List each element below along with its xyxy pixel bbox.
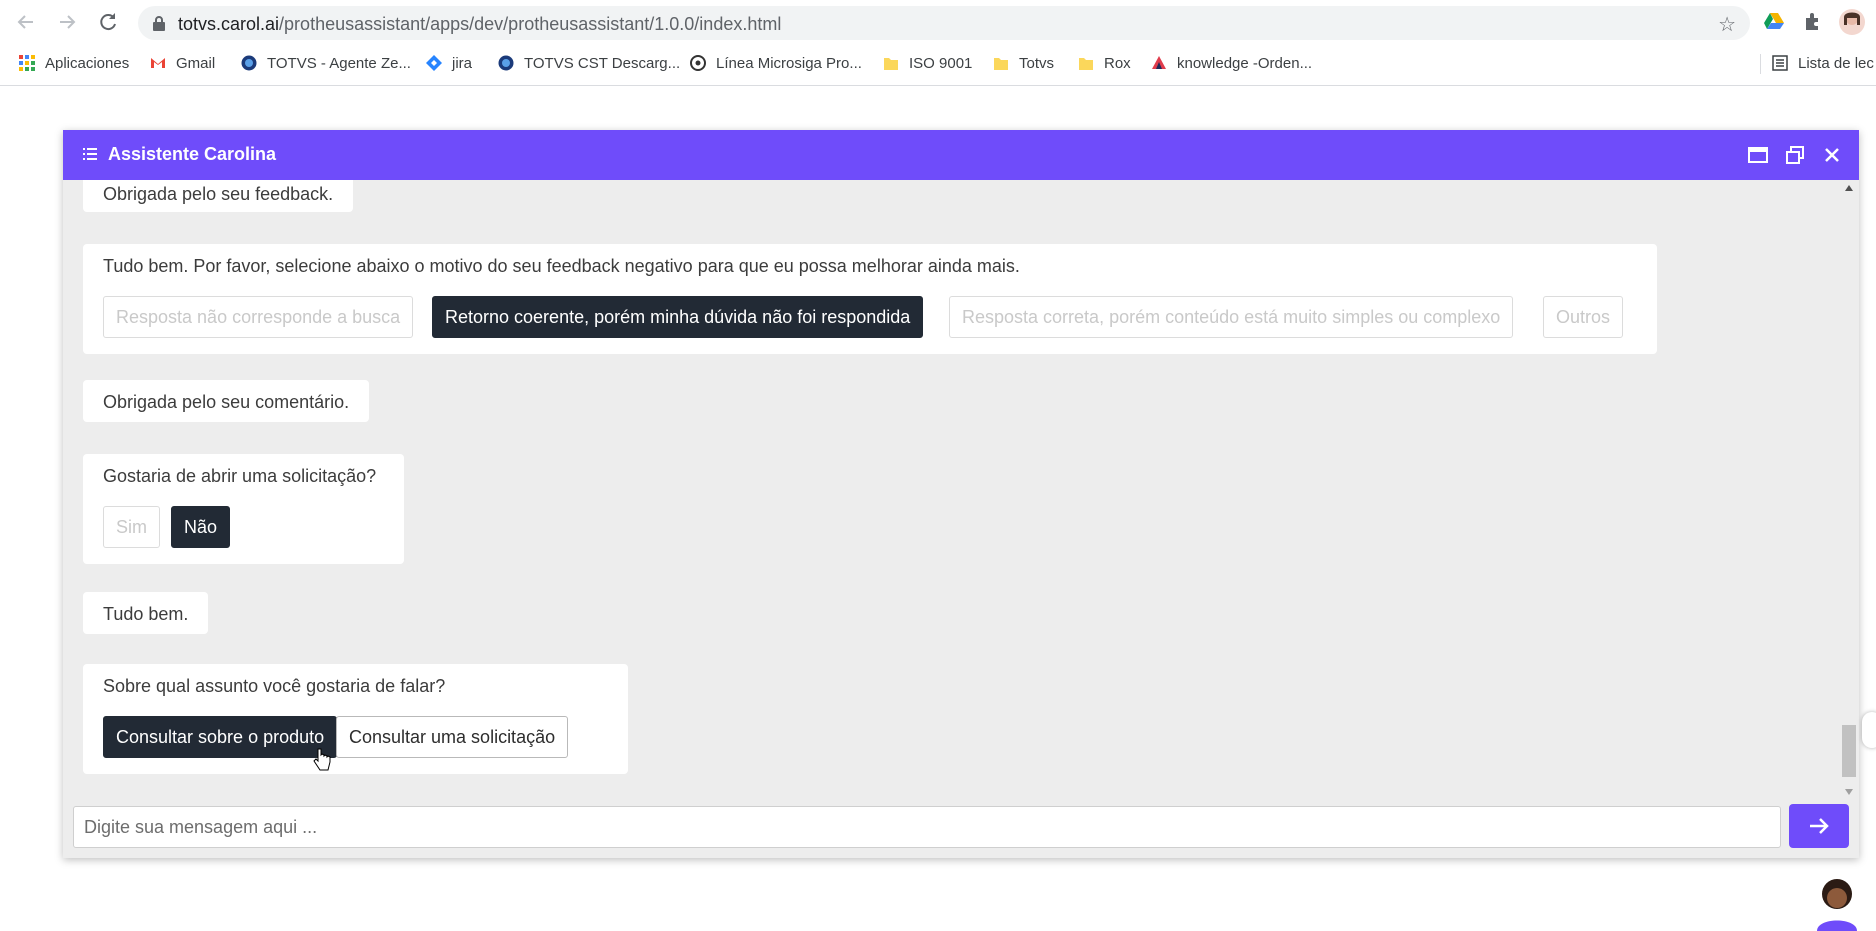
chat-window: Assistente Carolina Obrigada pelo seu fe… [63, 130, 1859, 858]
hand-cursor-icon [313, 748, 331, 771]
apps-grid-icon [19, 55, 35, 71]
chat-scrollbar[interactable] [1839, 180, 1859, 800]
bookmark-label: ISO 9001 [909, 54, 973, 72]
chat-header: Assistente Carolina [63, 130, 1859, 180]
globe-icon [498, 55, 514, 71]
back-arrow-icon[interactable] [14, 10, 38, 34]
scroll-up-arrow-icon[interactable] [1844, 184, 1854, 192]
close-icon[interactable] [1821, 144, 1843, 166]
topic-option-product[interactable]: Consultar sobre o produto [103, 716, 338, 758]
bot-message-open-ticket: Gostaria de abrir uma solicitação? Sim N… [83, 454, 404, 564]
folder-icon [994, 58, 1008, 70]
restore-window-icon[interactable] [1784, 144, 1806, 166]
knowledge-icon [1152, 56, 1166, 69]
profile-avatar[interactable] [1838, 8, 1866, 36]
bookmark-jira[interactable]: jira [426, 52, 472, 74]
bot-message-topic: Sobre qual assunto você gostaria de fala… [83, 664, 628, 774]
bot-message: Tudo bem. [83, 592, 209, 634]
bookmarks-bar: Aplicaciones Gmail TOTVS - Agente Ze... … [0, 48, 1876, 78]
side-launcher-button[interactable] [1862, 712, 1876, 748]
reload-icon[interactable] [96, 10, 120, 34]
message-input[interactable] [73, 806, 1781, 848]
reading-list-icon [1772, 55, 1788, 71]
bookmark-knowledge[interactable]: knowledge -Orden... [1151, 52, 1312, 74]
url-text: totvs.carol.ai/protheusassistant/apps/de… [178, 14, 781, 35]
bookmark-gmail[interactable]: Gmail [150, 52, 215, 74]
message-composer [63, 800, 1859, 858]
reading-list[interactable]: Lista de lec [1772, 52, 1874, 74]
bookmark-iso-9001[interactable]: ISO 9001 [883, 52, 972, 74]
url-path: /protheusassistant/apps/dev/protheusassi… [279, 14, 782, 34]
bookmark-label: Totvs [1019, 54, 1055, 72]
assistant-avatar[interactable] [1812, 874, 1862, 931]
link-icon [690, 55, 706, 71]
jira-icon [426, 55, 442, 71]
lock-icon [153, 16, 165, 31]
url-host: totvs.carol.ai [178, 14, 280, 34]
folder-icon [884, 58, 898, 70]
bookmark-label: jira [452, 54, 473, 72]
list-menu-icon[interactable] [83, 148, 97, 160]
ticket-option-no[interactable]: Não [171, 506, 231, 548]
message-text: Tudo bem. Por favor, selecione abaixo o … [103, 256, 1020, 276]
bookmark-aplicaciones[interactable]: Aplicaciones [19, 52, 129, 74]
address-bar[interactable]: totvs.carol.ai/protheusassistant/apps/de… [138, 6, 1750, 40]
browser-toolbar: totvs.carol.ai/protheusassistant/apps/de… [0, 0, 1876, 86]
google-drive-icon[interactable] [1762, 10, 1786, 34]
bookmark-totvs-agente[interactable]: TOTVS - Agente Ze... [241, 52, 411, 74]
bookmarks-divider [1760, 54, 1761, 74]
forward-arrow-icon[interactable] [55, 10, 79, 34]
scroll-thumb[interactable] [1842, 725, 1856, 777]
bookmark-star-icon[interactable]: ☆ [1718, 12, 1736, 37]
globe-icon [241, 55, 257, 71]
send-button[interactable] [1789, 804, 1849, 848]
reason-option-no-match[interactable]: Resposta não corresponde a busca [103, 296, 414, 338]
bookmark-label: Gmail [176, 54, 216, 72]
message-text: Tudo bem. [103, 604, 189, 624]
bot-message: Obrigada pelo seu feedback. [83, 180, 354, 212]
message-text: Obrigada pelo seu comentário. [103, 392, 350, 412]
reason-option-not-answered[interactable]: Retorno coerente, porém minha dúvida não… [432, 296, 924, 338]
bot-message: Obrigada pelo seu comentário. [83, 380, 370, 422]
reading-list-label: Lista de lec [1798, 54, 1874, 72]
bookmark-label: Aplicaciones [45, 54, 130, 72]
bookmark-label: knowledge -Orden... [1177, 54, 1313, 72]
message-text: Sobre qual assunto você gostaria de fala… [103, 676, 446, 696]
message-text: Obrigada pelo seu feedback. [103, 184, 334, 204]
bookmark-linea-microsiga[interactable]: Línea Microsiga Pro... [690, 52, 862, 74]
bookmark-totvs-cst[interactable]: TOTVS CST Descarg... [498, 52, 680, 74]
bookmark-totvs[interactable]: Totvs [993, 52, 1054, 74]
topic-option-request[interactable]: Consultar uma solicitação [336, 716, 569, 758]
chat-messages[interactable]: Obrigada pelo seu feedback. Tudo bem. Po… [63, 180, 1859, 800]
chat-title: Assistente Carolina [108, 144, 277, 164]
bookmark-rox[interactable]: Rox [1078, 52, 1131, 74]
reason-option-others[interactable]: Outros [1543, 296, 1624, 338]
bot-message-feedback-reasons: Tudo bem. Por favor, selecione abaixo o … [83, 244, 1657, 354]
bookmark-label: Línea Microsiga Pro... [716, 54, 862, 72]
scroll-down-arrow-icon[interactable] [1844, 788, 1854, 796]
extensions-puzzle-icon[interactable] [1801, 10, 1825, 34]
arrow-right-icon [1810, 818, 1829, 834]
bookmark-label: TOTVS CST Descarg... [524, 54, 681, 72]
reason-option-too-simple-or-complex[interactable]: Resposta correta, porém conteúdo está mu… [949, 296, 1514, 338]
bookmark-label: TOTVS - Agente Ze... [267, 54, 411, 72]
gmail-icon [151, 58, 165, 68]
bookmark-label: Rox [1104, 54, 1131, 72]
ticket-option-yes[interactable]: Sim [103, 506, 160, 548]
message-text: Gostaria de abrir uma solicitação? [103, 466, 377, 486]
maximize-icon[interactable] [1747, 144, 1769, 166]
folder-icon [1079, 58, 1093, 70]
